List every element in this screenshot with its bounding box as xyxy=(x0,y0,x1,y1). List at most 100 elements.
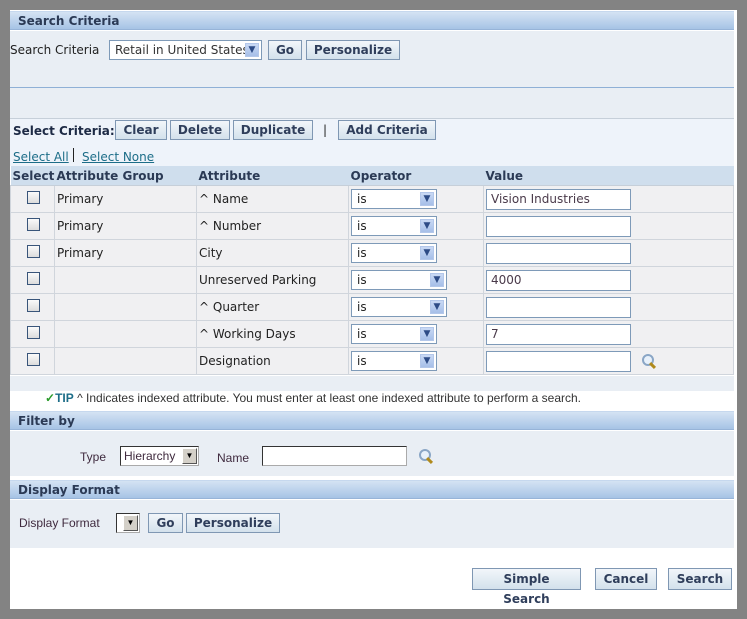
toolbar-separator: | xyxy=(323,123,328,137)
value-input[interactable] xyxy=(486,350,631,372)
chevron-down-icon: ▼ xyxy=(420,246,434,260)
value-input[interactable] xyxy=(486,215,631,237)
attribute-group-cell xyxy=(54,266,197,294)
table-row: Unreserved Parking is ▼ 4000 xyxy=(10,266,734,294)
attribute-cell: ^ Name xyxy=(196,185,349,213)
chevron-down-icon: ▼ xyxy=(420,327,434,341)
operator-selected: is xyxy=(357,354,367,368)
row-checkbox[interactable] xyxy=(27,299,40,312)
operator-cell: is ▼ xyxy=(348,347,484,375)
attribute-cell: Unreserved Parking xyxy=(196,266,349,294)
value-input[interactable]: 4000 xyxy=(486,269,631,291)
row-checkbox[interactable] xyxy=(27,353,40,366)
operator-select[interactable]: is ▼ xyxy=(351,297,447,317)
attribute-cell: ^ Number xyxy=(196,212,349,240)
value-cell xyxy=(483,293,734,321)
operator-select[interactable]: is ▼ xyxy=(351,216,437,236)
operator-select[interactable]: is ▼ xyxy=(351,243,437,263)
operator-cell: is ▼ xyxy=(348,320,484,348)
attribute-group-cell: Primary xyxy=(54,185,197,213)
operator-cell: is ▼ xyxy=(348,239,484,267)
operator-cell: is ▼ xyxy=(348,185,484,213)
row-checkbox[interactable] xyxy=(27,272,40,285)
add-criteria-button[interactable]: Add Criteria xyxy=(338,120,436,140)
operator-select[interactable]: is ▼ xyxy=(351,351,437,371)
value-cell xyxy=(483,212,734,240)
name-input[interactable] xyxy=(262,446,407,466)
select-cell xyxy=(10,293,55,321)
display-format-personalize-button[interactable]: Personalize xyxy=(186,513,280,533)
value-input[interactable] xyxy=(486,242,631,264)
filter-by-header: Filter by xyxy=(10,411,734,430)
search-criteria-selected: Retail in United States xyxy=(115,43,249,57)
select-cell xyxy=(10,320,55,348)
clear-button[interactable]: Clear xyxy=(115,120,167,140)
chevron-down-icon: ▼ xyxy=(245,43,259,57)
type-select[interactable]: Hierarchy ▼ xyxy=(120,446,199,466)
operator-selected: is xyxy=(357,246,367,260)
value-input[interactable] xyxy=(486,296,631,318)
tip-message: ✓TIP ^ Indicates indexed attribute. You … xyxy=(45,391,581,405)
table-header-row: Select Attribute Group Attribute Operato… xyxy=(10,166,734,186)
row-checkbox[interactable] xyxy=(27,191,40,204)
duplicate-button[interactable]: Duplicate xyxy=(233,120,313,140)
search-criteria-header: Search Criteria xyxy=(10,11,734,30)
select-cell xyxy=(10,266,55,294)
operator-selected: is xyxy=(357,300,367,314)
value-cell xyxy=(483,239,734,267)
operator-cell: is ▼ xyxy=(348,293,484,321)
table-row: ^ Quarter is ▼ xyxy=(10,293,734,321)
value-input[interactable]: 7 xyxy=(486,323,631,345)
operator-select[interactable]: is ▼ xyxy=(351,189,437,209)
search-icon[interactable] xyxy=(418,448,434,465)
display-format-select[interactable]: ▼ xyxy=(116,513,140,533)
chevron-down-icon: ▼ xyxy=(420,354,434,368)
table-row: Primary City is ▼ xyxy=(10,239,734,267)
name-label: Name xyxy=(217,451,250,465)
table-row: Designation is ▼ xyxy=(10,347,734,375)
operator-selected: is xyxy=(357,219,367,233)
attribute-group-cell xyxy=(54,293,197,321)
operator-cell: is ▼ xyxy=(348,212,484,240)
value-input[interactable]: Vision Industries xyxy=(486,188,631,210)
checkmark-icon: ✓ xyxy=(45,391,56,405)
row-checkbox[interactable] xyxy=(27,218,40,231)
chevron-down-icon: ▼ xyxy=(123,515,138,531)
chevron-down-icon: ▼ xyxy=(182,448,197,464)
table-row: Primary ^ Number is ▼ xyxy=(10,212,734,240)
type-label: Type xyxy=(80,450,107,464)
chevron-down-icon: ▼ xyxy=(430,300,444,314)
row-checkbox[interactable] xyxy=(27,326,40,339)
select-all-link[interactable]: Select All xyxy=(13,150,69,164)
select-none-link[interactable]: Select None xyxy=(82,150,154,164)
table-footer-panel xyxy=(10,376,734,391)
select-cell xyxy=(10,239,55,267)
attribute-group-cell: Primary xyxy=(54,212,197,240)
search-criteria-select[interactable]: Retail in United States ▼ xyxy=(109,40,262,60)
display-format-label: Display Format xyxy=(19,516,100,530)
delete-button[interactable]: Delete xyxy=(170,120,230,140)
column-header-attribute-group: Attribute Group xyxy=(54,166,197,186)
operator-selected: is xyxy=(357,273,367,287)
select-cell xyxy=(10,347,55,375)
operator-select[interactable]: is ▼ xyxy=(351,324,437,344)
value-cell: 7 xyxy=(483,320,734,348)
attribute-cell: ^ Quarter xyxy=(196,293,349,321)
chevron-down-icon: ▼ xyxy=(420,219,434,233)
cancel-button[interactable]: Cancel xyxy=(595,568,657,590)
search-button[interactable]: Search xyxy=(668,568,732,590)
attribute-cell: ^ Working Days xyxy=(196,320,349,348)
attribute-cell: City xyxy=(196,239,349,267)
tip-label: TIP xyxy=(55,391,74,405)
display-format-go-button[interactable]: Go xyxy=(148,513,183,533)
attribute-group-cell xyxy=(54,320,197,348)
go-button[interactable]: Go xyxy=(268,40,302,60)
personalize-button[interactable]: Personalize xyxy=(306,40,400,60)
simple-search-button[interactable]: Simple Search xyxy=(472,568,581,606)
link-divider xyxy=(73,148,74,162)
operator-select[interactable]: is ▼ xyxy=(351,270,447,290)
row-checkbox[interactable] xyxy=(27,245,40,258)
column-header-select: Select xyxy=(10,166,55,186)
column-header-operator: Operator xyxy=(348,166,484,186)
search-icon[interactable] xyxy=(641,353,657,370)
